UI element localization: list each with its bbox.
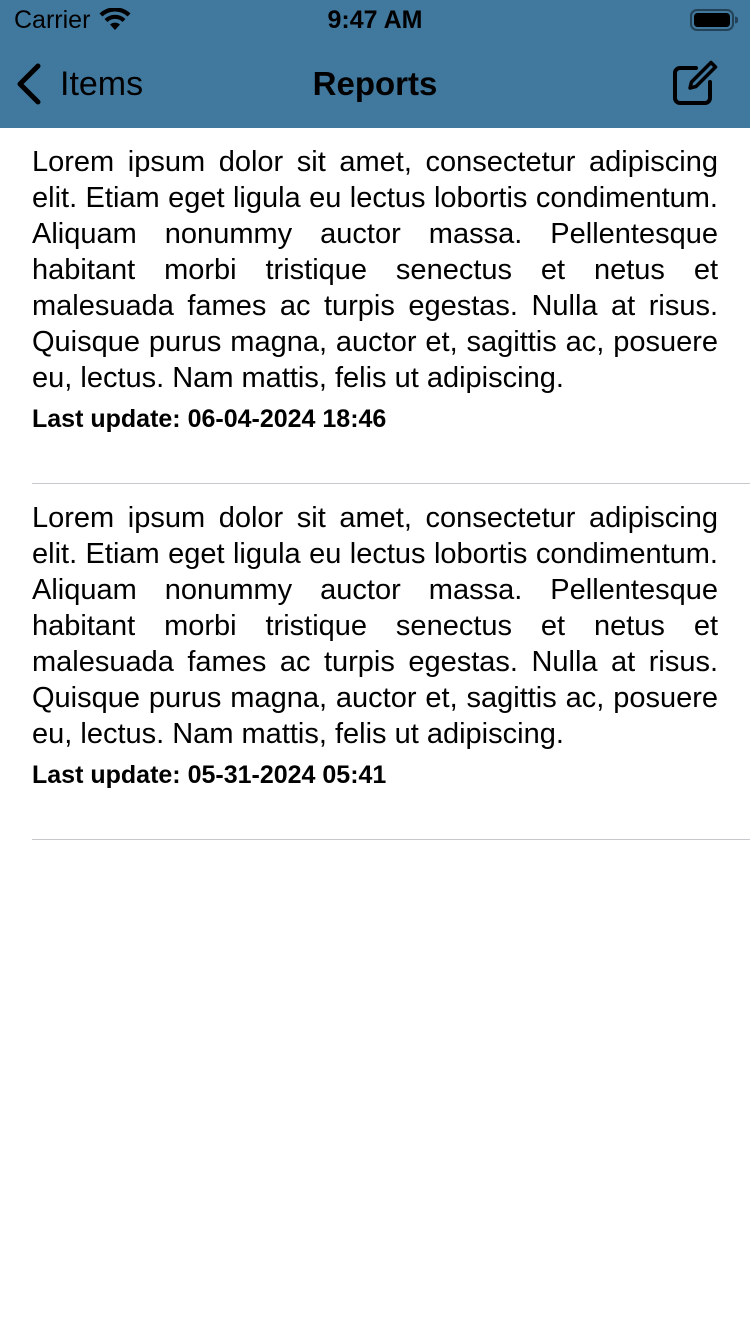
navigation-bar: Items Reports xyxy=(0,40,750,128)
back-button[interactable]: Items xyxy=(14,60,143,108)
top-bar: Carrier 9:47 AM Items Reports xyxy=(0,0,750,128)
status-bar: Carrier 9:47 AM xyxy=(0,0,750,40)
report-last-update: Last update: 06-04-2024 18:46 xyxy=(32,405,387,433)
report-text: Lorem ipsum dolor sit amet, consectetur … xyxy=(32,146,718,394)
chevron-left-icon xyxy=(17,63,41,105)
back-button-label: Items xyxy=(60,64,144,103)
divider xyxy=(32,839,750,840)
list-item[interactable]: Lorem ipsum dolor sit amet, consectetur … xyxy=(0,484,750,840)
clock-time: 9:47 AM xyxy=(327,6,423,34)
report-last-update: Last update: 05-31-2024 05:41 xyxy=(32,761,387,789)
list-item[interactable]: Lorem ipsum dolor sit amet, consectetur … xyxy=(0,128,750,484)
compose-icon[interactable] xyxy=(670,60,718,108)
battery-icon xyxy=(690,9,738,31)
reports-list: Lorem ipsum dolor sit amet, consectetur … xyxy=(0,128,750,840)
report-text: Lorem ipsum dolor sit amet, consectetur … xyxy=(32,502,718,750)
